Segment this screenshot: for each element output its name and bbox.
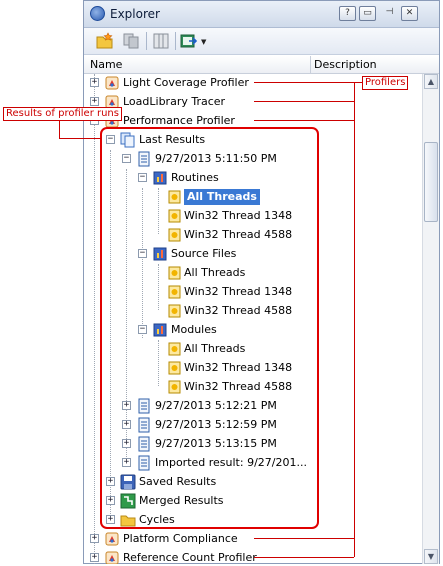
scroll-thumb[interactable] — [424, 142, 438, 222]
expand-toggle[interactable]: + — [90, 534, 99, 543]
callout-line — [254, 557, 354, 558]
results-highlight-box — [100, 127, 319, 529]
name-column-header[interactable]: Name — [90, 58, 122, 71]
pin-icon: ⊣ — [385, 7, 394, 17]
callout-line — [254, 82, 362, 83]
export-icon[interactable] — [180, 32, 198, 50]
vertical-scrollbar[interactable]: ▲ ▼ — [422, 74, 439, 564]
description-column-header[interactable]: Description — [314, 58, 377, 71]
toolbar: ▼ — [84, 28, 439, 55]
scroll-up-icon[interactable]: ▲ — [424, 74, 438, 89]
tree-item-label: LoadLibrary Tracer — [123, 95, 226, 108]
close-button[interactable]: ✕ — [401, 6, 418, 21]
column-header: Name Description — [84, 56, 439, 74]
open-folder-icon[interactable] — [96, 32, 114, 50]
profiler-icon — [105, 76, 119, 90]
copy-icon[interactable] — [122, 32, 140, 50]
window-title: Explorer — [110, 7, 160, 21]
tree-item-label: Performance Profiler — [123, 114, 235, 127]
help-icon: ? — [345, 8, 350, 18]
tree-item-platform-compliance[interactable]: + Platform Compliance — [84, 530, 422, 549]
columns-icon[interactable] — [152, 32, 170, 50]
close-icon: ✕ — [405, 8, 414, 18]
tree-item-loadlibrary-tracer[interactable]: + LoadLibrary Tracer — [84, 93, 422, 112]
profiler-icon — [105, 551, 119, 564]
tree-item-label: Reference Count Profiler — [123, 551, 257, 564]
explorer-app-icon — [90, 6, 105, 21]
toolbar-separator — [146, 32, 147, 50]
restore-icon: ▭ — [363, 8, 372, 18]
tree-item-label: Platform Compliance — [123, 532, 238, 545]
expand-toggle[interactable]: + — [90, 553, 99, 562]
expand-toggle[interactable]: + — [90, 78, 99, 87]
callout-line — [254, 538, 354, 539]
tree-item-reference-count-profiler[interactable]: + Reference Count Profiler — [84, 549, 422, 564]
restore-button[interactable]: ▭ — [359, 6, 376, 21]
callout-line — [354, 82, 355, 557]
column-divider[interactable] — [310, 56, 311, 73]
title-bar: Explorer ? ▭ ⊣ ✕ — [84, 1, 439, 28]
callout-line — [254, 101, 354, 102]
help-button[interactable]: ? — [339, 6, 356, 21]
pin-button[interactable]: ⊣ — [381, 6, 398, 21]
tree-item-label: Light Coverage Profiler — [123, 76, 249, 89]
profiler-icon — [105, 532, 119, 546]
callout-line — [254, 120, 354, 121]
callout-line — [59, 120, 60, 138]
expand-toggle[interactable]: + — [90, 97, 99, 106]
results-callout: Results of profiler runs — [3, 107, 122, 121]
scroll-down-icon[interactable]: ▼ — [424, 549, 438, 564]
profilers-callout: Profilers — [362, 76, 409, 90]
callout-line — [59, 138, 101, 139]
export-dropdown-arrow-icon[interactable]: ▼ — [201, 38, 206, 46]
toolbar-separator — [175, 32, 176, 50]
